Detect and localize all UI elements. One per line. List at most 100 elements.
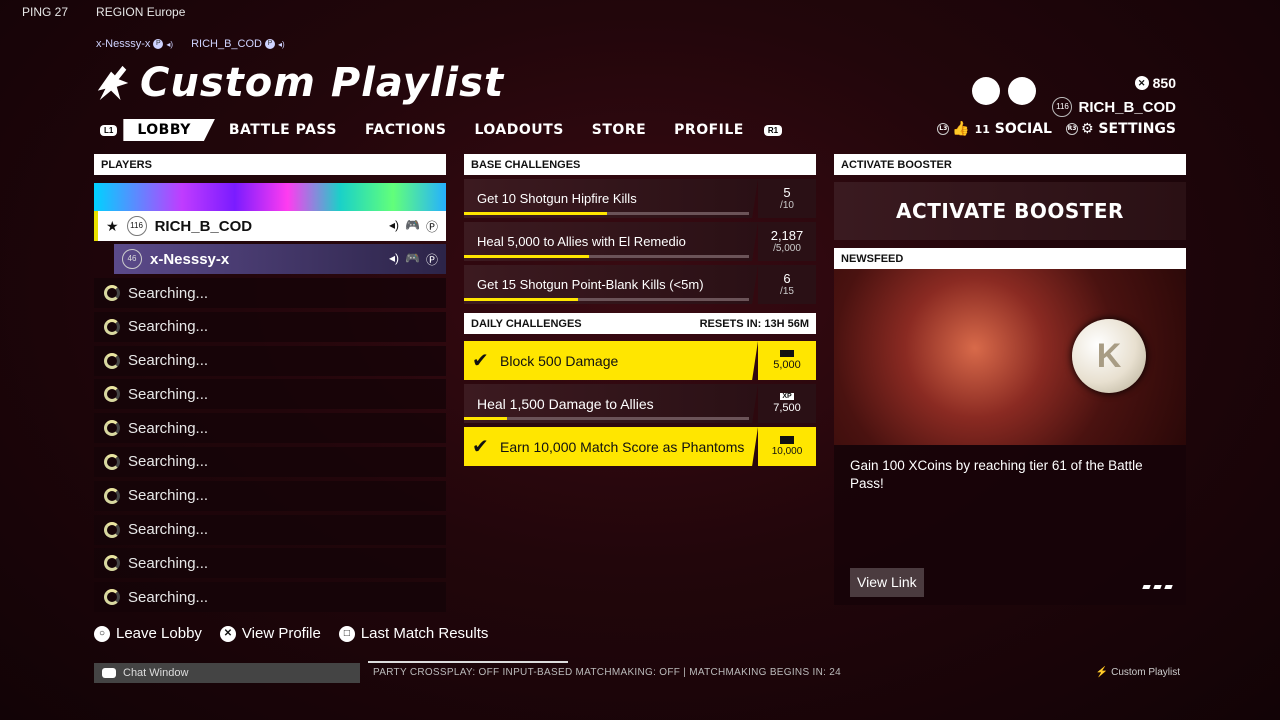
challenge-progress: 2,187/5,000 xyxy=(758,222,816,261)
voice-icon: ◂) xyxy=(166,39,174,49)
player-row[interactable]: 46 x-Nesssy-x ◂) 🎮 Ⓟ xyxy=(114,244,446,274)
xcoin-icon: ✕ xyxy=(1134,76,1149,90)
controller-icon: 🎮 xyxy=(405,250,420,265)
level-badge: 116 xyxy=(1052,97,1073,117)
loading-spinner-icon xyxy=(104,521,120,538)
checkmark-icon: Block 500 Damage xyxy=(464,341,758,380)
challenge-row[interactable]: Heal 5,000 to Allies with El Remedio 2,1… xyxy=(464,222,816,261)
searching-slot: Searching... xyxy=(94,345,446,376)
carousel-dots[interactable] xyxy=(1142,585,1173,589)
player-banner xyxy=(94,183,446,211)
searching-slot: Searching... xyxy=(94,514,446,545)
voice-icon: ◂) xyxy=(389,250,400,265)
playstation-icon: Ⓟ xyxy=(425,219,438,234)
player-name: x-Nesssy-x xyxy=(150,250,230,268)
xp-reward: XP 5,000 xyxy=(758,341,816,380)
r1-bumper-icon[interactable]: R1 xyxy=(763,124,783,136)
tab-store[interactable]: STORE xyxy=(578,119,660,141)
controller-icon: 🎮 xyxy=(405,217,420,232)
star-icon: ★ xyxy=(106,217,119,234)
social-button[interactable]: L3 👍 11 SOCIAL xyxy=(937,121,1052,137)
searching-slot: Searching... xyxy=(94,311,446,342)
tab-loadouts[interactable]: LOADOUTS xyxy=(460,119,577,141)
daily-challenge-row[interactable]: Block 500 Damage XP5,000 xyxy=(464,341,816,380)
avatar[interactable] xyxy=(972,77,1000,105)
player-name: RICH_B_COD xyxy=(154,217,253,235)
xcoins-balance: ✕ 850 xyxy=(1134,75,1176,91)
view-link-button[interactable]: View Link xyxy=(850,568,924,597)
gear-icon: ⚙ xyxy=(1080,121,1094,137)
party-member[interactable]: x-Nesssy-x P ◂) xyxy=(96,38,173,50)
reset-timer: RESETS IN: 13H 56M xyxy=(699,317,809,330)
xdefiant-logo-icon: ⚡ xyxy=(1095,667,1109,678)
loading-spinner-icon xyxy=(104,589,120,606)
chat-bubble-icon xyxy=(102,668,116,678)
searching-slot: Searching... xyxy=(94,548,446,579)
challenge-progress: 6/15 xyxy=(758,265,816,304)
party-avatars xyxy=(972,77,1036,105)
challenge-row[interactable]: Get 15 Shotgun Point-Blank Kills (<5m) 6… xyxy=(464,265,816,304)
button-prompts: ○ Leave Lobby ✕ View Profile □ Last Match R… xyxy=(94,625,488,642)
social-settings: L3 👍 11 SOCIAL R3 ⚙ SETTINGS xyxy=(937,121,1176,137)
settings-button[interactable]: R3 ⚙ SETTINGS xyxy=(1065,121,1176,137)
daily-challenges-header: DAILY CHALLENGES RESETS IN: 13H 56M xyxy=(464,313,816,334)
loading-spinner-icon xyxy=(104,555,120,572)
progress-bar xyxy=(464,255,749,258)
xp-reward: XP 10,000 xyxy=(758,427,816,466)
searching-slot: Searching... xyxy=(94,446,446,477)
challenge-label: Earn 10,000 Match Score as Phantoms xyxy=(500,438,745,455)
playstation-icon: P xyxy=(153,39,164,49)
searching-slot: Searching... xyxy=(94,582,446,613)
loading-spinner-icon xyxy=(104,352,120,369)
leave-lobby-button[interactable]: ○ Leave Lobby xyxy=(94,625,202,642)
tab-factions[interactable]: FACTIONS xyxy=(351,119,461,141)
tab-battle-pass[interactable]: BATTLE PASS xyxy=(215,119,351,141)
friends-icon: 👍 xyxy=(952,121,970,137)
l3-icon: L3 xyxy=(937,123,950,135)
activate-booster-button[interactable]: ACTIVATE BOOSTER xyxy=(834,182,1186,240)
challenges-panel: BASE CHALLENGES Get 10 Shotgun Hipfire K… xyxy=(464,154,816,466)
challenge-label: Block 500 Damage xyxy=(500,352,619,369)
loading-spinner-icon xyxy=(104,487,120,504)
tab-lobby[interactable]: LOBBY xyxy=(123,119,215,141)
newsfeed-header: NEWSFEED xyxy=(834,248,1186,269)
challenge-label: Get 10 Shotgun Hipfire Kills xyxy=(477,191,637,206)
loading-spinner-icon xyxy=(104,420,120,437)
avatar[interactable] xyxy=(1008,77,1036,105)
title-area: Custom Playlist xyxy=(94,60,504,106)
chat-window-button[interactable]: Chat Window xyxy=(94,663,360,683)
right-panel: ACTIVATE BOOSTER ACTIVATE BOOSTER NEWSFE… xyxy=(834,154,1186,605)
player-row[interactable]: ★ 116 RICH_B_COD ◂) 🎮 Ⓟ xyxy=(94,211,446,241)
mode-name: ⚡ Custom Playlist xyxy=(1095,667,1180,678)
voice-icon: ◂) xyxy=(389,217,400,232)
party-member[interactable]: RICH_B_COD P ◂) xyxy=(191,38,285,50)
daily-challenge-row[interactable]: Heal 1,500 Damage to Allies XP 7,500 xyxy=(464,384,816,423)
daily-challenge-row[interactable]: Earn 10,000 Match Score as Phantoms XP10… xyxy=(464,427,816,466)
xcoin-icon: K xyxy=(1072,319,1146,393)
challenge-label: Get 15 Shotgun Point-Blank Kills (<5m) xyxy=(477,277,704,292)
challenge-row[interactable]: Get 10 Shotgun Hipfire Kills 5/10 xyxy=(464,179,816,218)
voice-icon: ◂) xyxy=(277,39,285,49)
circle-button-icon: ○ xyxy=(94,625,110,642)
profile-name: 116 RICH_B_COD xyxy=(1052,97,1176,117)
matchmaking-status: PARTY CROSSPLAY: OFF INPUT-BASED MATCHMA… xyxy=(373,667,841,678)
r3-icon: R3 xyxy=(1065,123,1078,135)
booster-header: ACTIVATE BOOSTER xyxy=(834,154,1186,175)
page-title: Custom Playlist xyxy=(140,60,505,106)
searching-slot: Searching... xyxy=(94,413,446,444)
main-nav: L1 LOBBY BATTLE PASS FACTIONS LOADOUTS S… xyxy=(94,118,788,142)
level-badge: 46 xyxy=(122,249,142,269)
connection-info: PING 27 REGION Europe xyxy=(22,5,185,19)
loading-spinner-icon xyxy=(104,453,120,470)
base-challenges-header: BASE CHALLENGES xyxy=(464,154,816,175)
searching-slot: Searching... xyxy=(94,480,446,511)
level-badge: 116 xyxy=(126,216,147,236)
view-profile-button[interactable]: ✕ View Profile xyxy=(219,625,321,642)
players-header: PLAYERS xyxy=(94,154,446,175)
l1-bumper-icon[interactable]: L1 xyxy=(100,124,118,136)
progress-bar xyxy=(464,298,749,301)
xdefiant-logo-icon xyxy=(97,65,129,101)
challenge-label: Heal 5,000 to Allies with El Remedio xyxy=(477,234,686,249)
tab-profile[interactable]: PROFILE xyxy=(660,119,758,141)
last-match-results-button[interactable]: □ Last Match Results xyxy=(338,625,488,642)
